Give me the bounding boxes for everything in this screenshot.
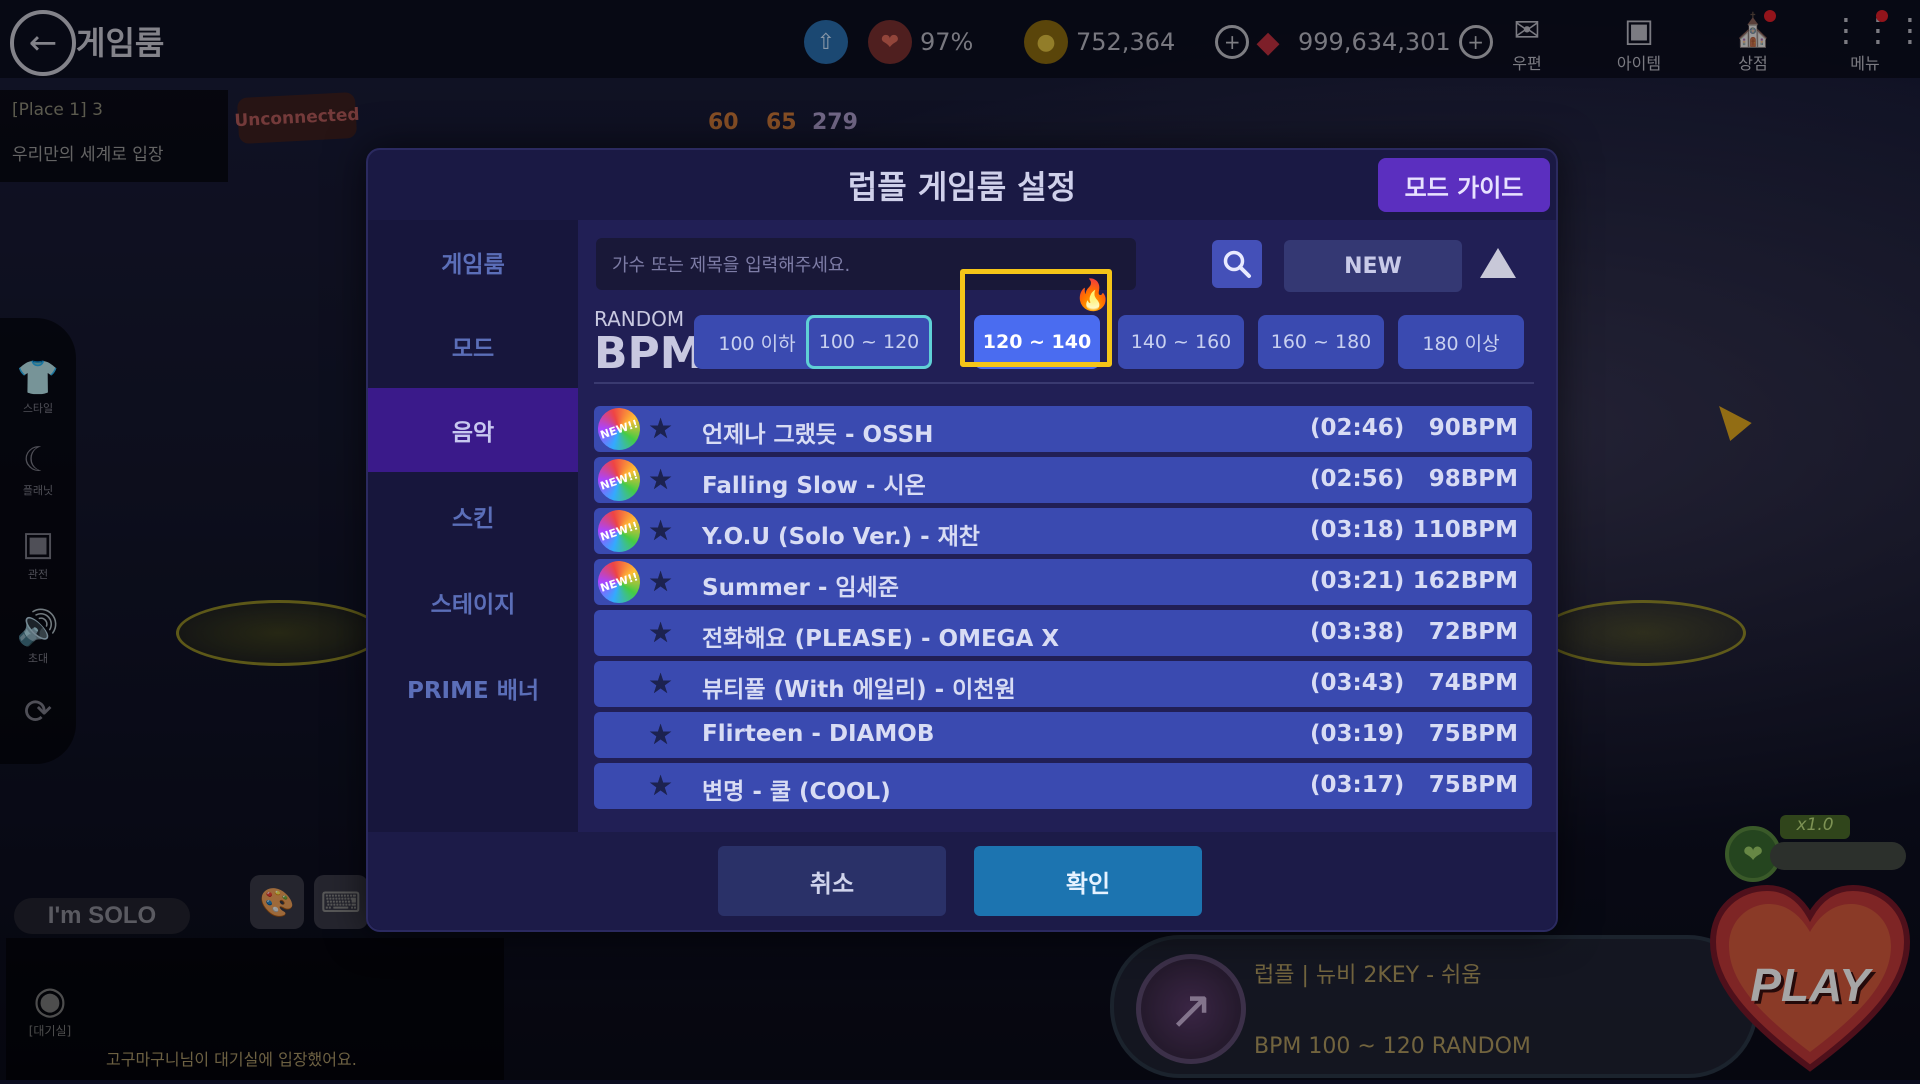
sidebar-item-prime-banner[interactable]: PRIME 배너 [368,646,578,730]
song-row[interactable]: NEW!! ★ Summer - 임세준 (03:21) 162BPM [592,555,1532,609]
sidebar-item-music[interactable]: 음악 [368,388,578,472]
new-badge: NEW!! [592,453,646,507]
song-bpm: 90BPM [1428,415,1518,441]
song-duration: (03:21) [1310,568,1405,594]
bpm-filter-160-180[interactable]: 160 ~ 180 [1258,315,1384,369]
song-bpm: 162BPM [1412,568,1518,594]
song-bpm: 75BPM [1428,721,1518,747]
favorite-star-icon[interactable]: ★ [648,769,673,803]
sidebar-item-mode[interactable]: 모드 [368,304,578,388]
gameroom-settings-dialog: 럽플 게임룸 설정 모드 가이드 게임룸 모드 음악 스킨 스테이지 PRIME… [366,148,1558,932]
song-row[interactable]: ★ 뷰티풀 (With 에일리) - 이천원 (03:43) 74BPM [594,661,1532,707]
song-duration: (03:19) [1310,721,1405,747]
random-bpm-button[interactable]: RANDOM BPM [594,308,704,378]
song-duration: (03:18) [1310,517,1405,543]
song-bpm: 98BPM [1428,466,1518,492]
song-duration: (03:43) [1310,670,1405,696]
song-row[interactable]: ★ 변명 - 쿨 (COOL) (03:17) 75BPM [594,763,1532,809]
favorite-star-icon[interactable]: ★ [648,565,673,599]
new-badge: NEW!! [592,402,646,456]
sidebar-item-skin[interactable]: 스킨 [368,474,578,558]
favorite-star-icon[interactable]: ★ [648,616,673,650]
song-duration: (02:56) [1310,466,1405,492]
song-row[interactable]: NEW!! ★ Falling Slow - 시온 (02:56) 98BPM [592,453,1532,507]
sort-direction-up-icon[interactable] [1480,248,1516,278]
dialog-header: 럽플 게임룸 설정 모드 가이드 [368,150,1556,221]
song-title: 변명 - 쿨 (COOL) [702,779,891,805]
dialog-footer: 취소 확인 [368,832,1556,930]
new-badge: NEW!! [592,504,646,558]
song-duration: (03:38) [1310,619,1405,645]
song-bpm: 74BPM [1428,670,1518,696]
confirm-button[interactable]: 확인 [974,846,1202,916]
cancel-button[interactable]: 취소 [718,846,946,916]
song-row[interactable]: ★ 전화해요 (PLEASE) - OMEGA X (03:38) 72BPM [594,610,1532,656]
song-title: Falling Slow - 시온 [702,473,926,499]
bpm-filter-100-120[interactable]: 100 ~ 120 [806,315,932,369]
song-title: Y.O.U (Solo Ver.) - 재찬 [702,524,980,550]
song-row[interactable]: ★ Flirteen - DIAMOB (03:19) 75BPM [594,712,1532,758]
search-button[interactable] [1212,240,1262,288]
song-title: 뷰티풀 (With 에일리) - 이천원 [702,677,1016,703]
song-duration: (03:17) [1310,772,1405,798]
favorite-star-icon[interactable]: ★ [648,514,673,548]
song-bpm: 75BPM [1428,772,1518,798]
random-label: RANDOM [594,307,685,331]
song-row[interactable]: NEW!! ★ 언제나 그랬듯 - OSSH (02:46) 90BPM [592,402,1532,456]
song-duration: (02:46) [1310,415,1405,441]
favorite-star-icon[interactable]: ★ [648,718,673,752]
new-badge: NEW!! [592,555,646,609]
song-bpm: 72BPM [1428,619,1518,645]
settings-sidebar: 게임룸 모드 음악 스킨 스테이지 PRIME 배너 [368,220,578,832]
favorite-star-icon[interactable]: ★ [648,463,673,497]
song-bpm: 110BPM [1412,517,1518,543]
sidebar-item-stage[interactable]: 스테이지 [368,560,578,644]
song-title: 전화해요 (PLEASE) - OMEGA X [702,626,1060,652]
song-title: 언제나 그랬듯 - OSSH [702,422,934,448]
favorite-star-icon[interactable]: ★ [648,667,673,701]
song-title: Flirteen - DIAMOB [702,721,935,747]
bpm-filter-over-180[interactable]: 180 이상 [1398,315,1524,369]
sidebar-item-gameroom[interactable]: 게임룸 [368,220,578,304]
bpm-filter-140-160[interactable]: 140 ~ 160 [1118,315,1244,369]
hot-fire-icon: 🔥 [1074,278,1112,313]
bpm-label: BPM [594,328,704,379]
bpm-filter-under-100[interactable]: 100 이하 [694,315,820,369]
search-icon [1223,250,1251,278]
song-title: Summer - 임세준 [702,575,899,601]
sort-new-button[interactable]: NEW [1284,240,1462,292]
song-row[interactable]: NEW!! ★ Y.O.U (Solo Ver.) - 재찬 (03:18) 110BP… [592,504,1532,558]
divider [594,382,1534,384]
mode-guide-button[interactable]: 모드 가이드 [1378,158,1550,212]
music-panel: NEW RANDOM BPM 100 이하 100 ~ 120 120 ~ 14… [578,220,1556,832]
favorite-star-icon[interactable]: ★ [648,412,673,446]
